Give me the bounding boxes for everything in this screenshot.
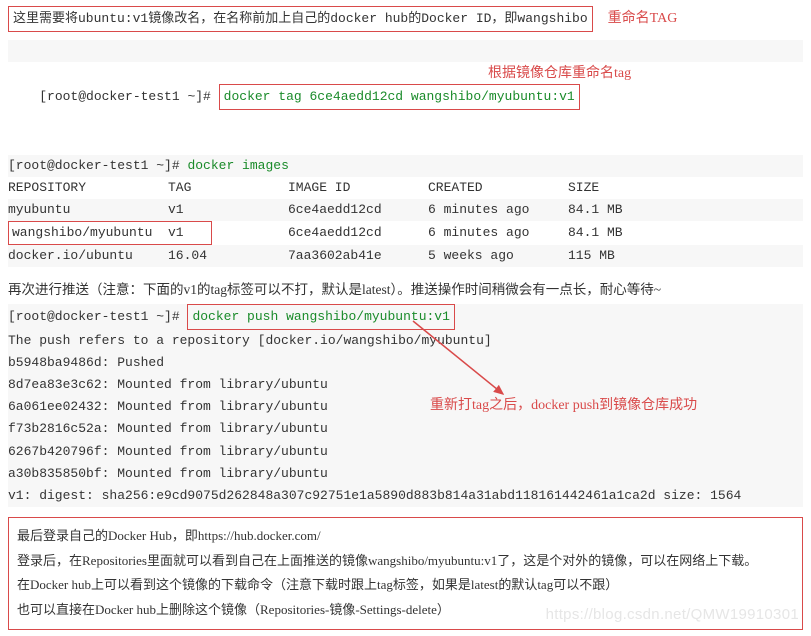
push-output-line: f73b2816c52a: Mounted from library/ubunt… <box>8 418 803 440</box>
header-size: SIZE <box>568 177 599 199</box>
push-output-line: 6267b420796f: Mounted from library/ubunt… <box>8 441 803 463</box>
docker-push-cmd: docker push wangshibo/myubuntu:v1 <box>187 304 454 330</box>
final-line: 在Docker hub上可以看到这个镜像的下载命令（注意下载时跟上tag标签，如… <box>17 573 794 598</box>
header-tag: TAG <box>168 177 288 199</box>
push-output-line: b5948ba9486d: Pushed <box>8 352 803 374</box>
prompt: [root@docker-test1 ~]# <box>8 158 180 173</box>
highlighted-row: wangshibo/myubuntuv1 <box>8 221 212 245</box>
header-created: CREATED <box>428 177 568 199</box>
header-repo: REPOSITORY <box>8 177 168 199</box>
push-output-line: The push refers to a repository [docker.… <box>8 330 803 352</box>
docker-tag-line: [root@docker-test1 ~]# docker tag 6ce4ae… <box>8 62 803 154</box>
final-line: 登录后，在Repositories里面就可以看到自己在上面推送的镜像wangsh… <box>17 549 794 574</box>
push-output-line: a30b835850bf: Mounted from library/ubunt… <box>8 463 803 485</box>
images-header: REPOSITORYTAGIMAGE IDCREATEDSIZE <box>8 177 803 199</box>
table-row: wangshibo/myubuntuv16ce4aedd12cd6 minute… <box>8 221 803 245</box>
rename-tag-label: 重命名TAG <box>608 7 678 31</box>
docker-images-cmd: docker images <box>187 158 288 173</box>
final-instructions-box: 最后登录自己的Docker Hub，即https://hub.docker.co… <box>8 517 803 630</box>
push-success-annotation: 重新打tag之后，docker push到镜像仓库成功 <box>430 394 697 418</box>
rename-sentence-box: 这里需要将ubuntu:v1镜像改名，在名称前加上自己的docker hub的D… <box>8 6 593 32</box>
docker-images-line: [root@docker-test1 ~]# docker images <box>8 155 803 177</box>
docker-tag-cmd: docker tag 6ce4aedd12cd wangshibo/myubun… <box>219 84 580 110</box>
table-row: docker.io/ubuntu16.047aa3602ab41e5 weeks… <box>8 245 803 267</box>
tag-annotation: 根据镜像仓库重命名tag <box>488 62 631 86</box>
push-output-line: v1: digest: sha256:e9cd9075d262848a307c9… <box>8 485 803 507</box>
docker-push-line: [root@docker-test1 ~]# docker push wangs… <box>8 304 803 330</box>
table-row: myubuntuv16ce4aedd12cd6 minutes ago84.1 … <box>8 199 803 221</box>
header-id: IMAGE ID <box>288 177 428 199</box>
final-line: 也可以直接在Docker hub上删除这个镜像（Repositories-镜像-… <box>17 598 794 623</box>
prompt: [root@docker-test1 ~]# <box>8 309 180 324</box>
push-note: 再次进行推送（注意：下面的v1的tag标签可以不打，默认是latest）。推送操… <box>8 279 803 302</box>
rename-instruction-row: 这里需要将ubuntu:v1镜像改名，在名称前加上自己的docker hub的D… <box>8 6 803 32</box>
prompt: [root@docker-test1 ~]# <box>39 89 211 104</box>
final-line: 最后登录自己的Docker Hub，即https://hub.docker.co… <box>17 524 794 549</box>
